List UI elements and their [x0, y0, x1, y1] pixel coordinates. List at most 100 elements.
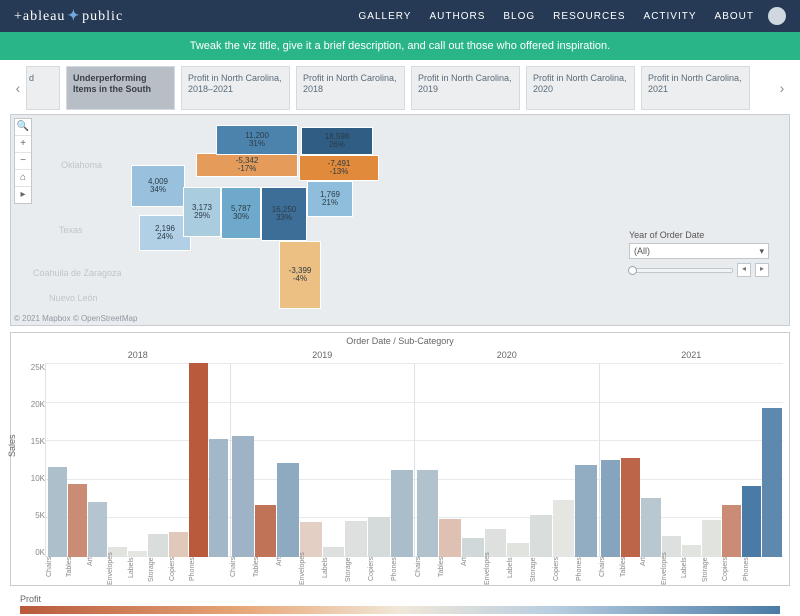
xcat-label: Phones: [189, 557, 209, 585]
story-next-button[interactable]: ›: [774, 66, 790, 110]
xcat-label: Envelopes: [661, 557, 681, 585]
bar-2019-Tables[interactable]: [255, 505, 277, 557]
xcat-label: Art: [87, 557, 107, 585]
xcat-label: Storage: [702, 557, 722, 585]
bar-body: Sales 25K20K15K10K5K0K 2018201920202021 …: [11, 349, 789, 585]
year-label: 2020: [415, 350, 599, 360]
map-bg-texas: Texas: [59, 225, 83, 235]
bar-2019-Art[interactable]: [277, 463, 299, 557]
state-north-carolina[interactable]: -7,491-13%: [299, 155, 379, 181]
map-zoom-in[interactable]: +: [15, 136, 31, 153]
bar-2019-Copiers[interactable]: [368, 517, 390, 557]
state-georgia[interactable]: 16,25033%: [261, 187, 307, 241]
bar-2020-Chairs[interactable]: [417, 470, 439, 557]
state-alabama[interactable]: 5,78730%: [221, 187, 261, 239]
bar-2020-Labels[interactable]: [507, 543, 529, 557]
xcat-label: Copiers: [553, 557, 575, 585]
slider-knob[interactable]: [628, 266, 637, 275]
map-panel[interactable]: 🔍 + − ⌂ ▸ Oklahoma Texas Coahuila de Zar…: [10, 114, 790, 326]
bar-2020-Phones[interactable]: [575, 465, 597, 557]
year-prev-button[interactable]: ◂: [737, 263, 751, 277]
bar-panel: Order Date / Sub-Category Sales 25K20K15…: [10, 332, 790, 586]
bar-2021-Phones[interactable]: [742, 486, 761, 557]
map-background: [11, 115, 789, 325]
bar-2019-Phones[interactable]: [391, 470, 413, 557]
nav-about[interactable]: ABOUT: [715, 11, 754, 22]
map-home-icon[interactable]: ⌂: [15, 170, 31, 187]
logo-plus-icon: ✦: [67, 9, 80, 24]
bar-2020-Tables[interactable]: [439, 519, 461, 557]
profit-legend: Profit -$3,908 $4,308: [10, 592, 790, 616]
logo[interactable]: +ableau✦public: [14, 8, 123, 25]
bar-2018-Copiers[interactable]: [169, 532, 188, 557]
bar-2021-Art[interactable]: [641, 498, 660, 557]
bar-2021-Labels[interactable]: [682, 545, 701, 557]
nav-activity[interactable]: ACTIVITY: [644, 11, 697, 22]
xcat-label: Envelopes: [107, 557, 127, 585]
edit-tip-banner: Tweak the viz title, give it a brief des…: [0, 32, 800, 60]
year-label: 2021: [600, 350, 784, 360]
bar-2020-Storage[interactable]: [530, 515, 552, 557]
state-arkansas[interactable]: 4,00934%: [131, 165, 185, 207]
state-florida[interactable]: -3,399-4%: [279, 241, 321, 309]
bar-2019-Storage[interactable]: [345, 521, 367, 557]
bar-2019-Labels[interactable]: [323, 547, 345, 557]
story-tab-nc-2021[interactable]: Profit in North Carolina, 2021: [641, 66, 750, 110]
story-tab-nc-2018[interactable]: Profit in North Carolina, 2018: [296, 66, 405, 110]
bar-2021-Storage[interactable]: [702, 520, 721, 557]
year-label: 2019: [231, 350, 415, 360]
xcat-label: Phones: [743, 557, 763, 585]
xcat-label: Art: [461, 557, 483, 585]
nav-authors[interactable]: AUTHORS: [429, 11, 485, 22]
story-tab-partial[interactable]: d: [26, 66, 60, 110]
state-virginia[interactable]: 18,59826%: [301, 127, 373, 155]
story-prev-button[interactable]: ‹: [10, 66, 26, 110]
story-tab-nc-all[interactable]: Profit in North Carolina, 2018–2021: [181, 66, 290, 110]
xcat-label: Chairs: [46, 557, 66, 585]
bar-2019-Chairs[interactable]: [232, 436, 254, 557]
bar-2021-Copiers[interactable]: [722, 505, 741, 557]
bar-2021-extra[interactable]: [762, 408, 781, 557]
year-label: 2018: [46, 350, 230, 360]
bar-2018-extra[interactable]: [209, 439, 228, 557]
xcat-label: Envelopes: [484, 557, 506, 585]
xcat-label: Tables: [66, 557, 86, 585]
bar-2020-Copiers[interactable]: [553, 500, 575, 558]
year-filter-slider[interactable]: ◂ ▸: [629, 263, 769, 277]
bar-2018-Storage[interactable]: [148, 534, 167, 557]
bar-2018-Tables[interactable]: [68, 484, 87, 557]
xcat-label: Art: [276, 557, 298, 585]
story-tab-nc-2020[interactable]: Profit in North Carolina, 2020: [526, 66, 635, 110]
map-search-icon[interactable]: 🔍: [15, 119, 31, 136]
avatar[interactable]: [768, 7, 786, 25]
bar-2021-Tables[interactable]: [621, 458, 640, 557]
state-tennessee[interactable]: -5,342-17%: [196, 153, 298, 177]
bar-plot[interactable]: 2018201920202021: [45, 363, 783, 557]
map-zoom-out[interactable]: −: [15, 153, 31, 170]
state-kentucky[interactable]: 11,20031%: [216, 125, 298, 155]
bar-2020-Art[interactable]: [462, 538, 484, 557]
bar-2018-Art[interactable]: [88, 502, 107, 557]
state-south-carolina[interactable]: 1,76921%: [307, 181, 353, 217]
xcat-label: Tables: [620, 557, 640, 585]
bar-2018-Chairs[interactable]: [48, 467, 67, 557]
xcat-label: Labels: [681, 557, 701, 585]
year-next-button[interactable]: ▸: [755, 263, 769, 277]
nav-gallery[interactable]: GALLERY: [359, 11, 412, 22]
bar-title: Order Date / Sub-Category: [11, 333, 789, 349]
map-play-icon[interactable]: ▸: [15, 187, 31, 203]
xcat-label: Storage: [345, 557, 367, 585]
year-filter-dropdown[interactable]: (All) ▾: [629, 243, 769, 259]
nav-resources[interactable]: RESOURCES: [553, 11, 625, 22]
year-group-2019: 2019: [230, 363, 415, 557]
state-mississippi[interactable]: 3,17329%: [183, 187, 221, 237]
map-bg-oklahoma: Oklahoma: [61, 160, 102, 170]
refresh-icon[interactable]: ↻: [69, 66, 77, 68]
bar-2018-Phones[interactable]: [189, 363, 208, 557]
nav-blog[interactable]: BLOG: [503, 11, 535, 22]
map-toolbar: 🔍 + − ⌂ ▸: [14, 118, 32, 204]
story-tab-nc-2019[interactable]: Profit in North Carolina, 2019: [411, 66, 520, 110]
chevron-down-icon: ▾: [759, 244, 764, 258]
story-tab-underperforming[interactable]: ↻ Underperforming Items in the South: [66, 66, 175, 110]
bar-2021-Chairs[interactable]: [601, 460, 620, 557]
